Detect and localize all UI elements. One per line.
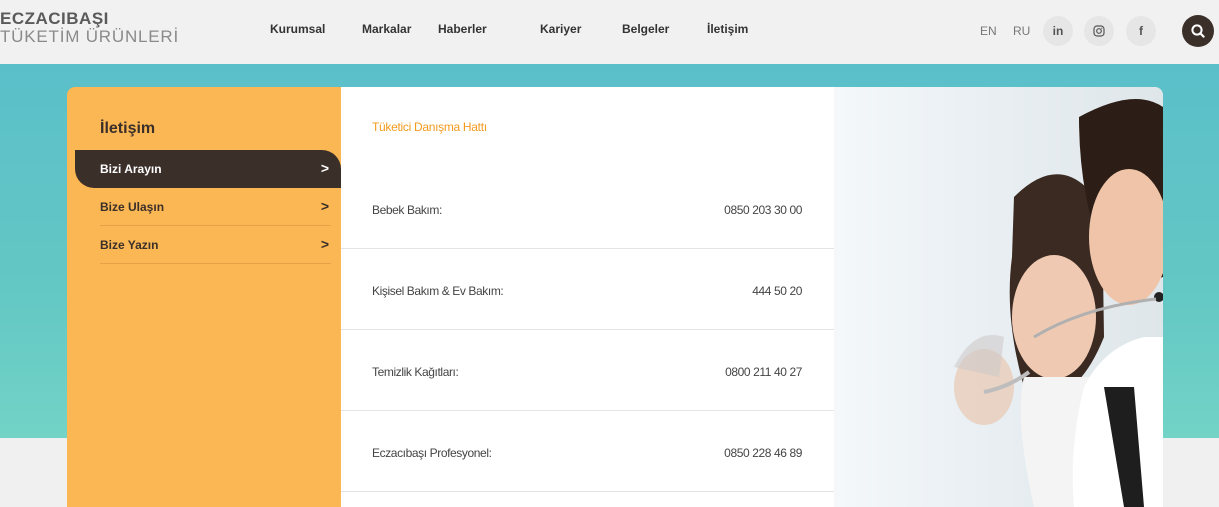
brand-line-2: TÜKETİM ÜRÜNLERİ: [0, 27, 180, 46]
site-header: ECZACIBAŞI TÜKETİM ÜRÜNLERİ Kurumsal Mar…: [0, 0, 1219, 64]
facebook-icon[interactable]: f: [1126, 16, 1156, 46]
sidebar-item-bize-ulasin[interactable]: Bize Ulaşın >: [75, 188, 341, 226]
phone-row-label: Bebek Bakım:: [372, 203, 442, 217]
phone-number[interactable]: 0850 203 30 00: [724, 203, 802, 217]
phone-number[interactable]: 0800 211 40 27: [725, 365, 802, 379]
call-center-photo: [834, 87, 1163, 507]
sidebar-title: İletişim: [100, 120, 156, 137]
sidebar: İletişim Bizi Arayın > Bize Ulaşın > Biz…: [67, 87, 341, 507]
phone-row: Temizlik Kağıtları: 0800 211 40 27: [341, 330, 834, 411]
phone-number[interactable]: 0850 228 46 89: [724, 446, 802, 460]
brand-logo[interactable]: ECZACIBAŞI TÜKETİM ÜRÜNLERİ: [0, 10, 179, 46]
nav-item-belgeler[interactable]: Belgeler: [622, 22, 669, 36]
sidebar-item-label: Bizi Arayın: [100, 162, 162, 176]
nav-item-iletisim[interactable]: İletişim: [707, 22, 748, 36]
search-icon: [1191, 24, 1205, 38]
phone-row: Eczacıbaşı Profesyonel: 0850 228 46 89: [341, 411, 834, 492]
nav-item-kurumsal[interactable]: Kurumsal: [270, 22, 325, 36]
chevron-right-icon: >: [320, 198, 329, 214]
phone-row-label: Eczacıbaşı Profesyonel:: [372, 446, 492, 460]
chevron-right-icon: >: [320, 160, 329, 176]
sidebar-item-label: Bize Ulaşın: [100, 200, 165, 214]
linkedin-icon[interactable]: in: [1043, 16, 1073, 46]
sidebar-item-label: Bize Yazın: [100, 238, 159, 252]
sidebar-item-bizi-arayin[interactable]: Bizi Arayın >: [75, 150, 341, 188]
phone-row-label: Kişisel Bakım & Ev Bakım:: [372, 284, 504, 298]
divider: [100, 263, 331, 264]
chevron-right-icon: >: [320, 236, 329, 252]
facebook-label: f: [1139, 24, 1143, 38]
sidebar-item-bize-yazin[interactable]: Bize Yazın >: [75, 226, 341, 264]
lang-ru[interactable]: RU: [1013, 24, 1030, 38]
instagram-icon[interactable]: [1084, 16, 1114, 46]
phone-row-label: Temizlik Kağıtları:: [372, 365, 459, 379]
linkedin-label: in: [1052, 24, 1064, 38]
phone-row: Bebek Bakım: 0850 203 30 00: [341, 168, 834, 249]
content-title: Tüketici Danışma Hattı: [372, 120, 487, 134]
contact-card: İletişim Bizi Arayın > Bize Ulaşın > Biz…: [67, 87, 1163, 507]
lang-en[interactable]: EN: [980, 24, 997, 38]
phone-list: Tüketici Danışma Hattı Bebek Bakım: 0850…: [341, 87, 834, 507]
nav-item-markalar[interactable]: Markalar: [362, 22, 411, 36]
nav-item-kariyer[interactable]: Kariyer: [540, 22, 581, 36]
phone-row: Kişisel Bakım & Ev Bakım: 444 50 20: [341, 249, 834, 330]
search-button[interactable]: [1182, 15, 1214, 47]
phone-number[interactable]: 444 50 20: [752, 284, 802, 298]
brand-line-1: ECZACIBAŞI: [0, 9, 109, 28]
call-center-illustration: [954, 99, 1163, 507]
nav-item-haberler[interactable]: Haberler: [438, 22, 487, 36]
instagram-glyph: [1093, 25, 1105, 37]
